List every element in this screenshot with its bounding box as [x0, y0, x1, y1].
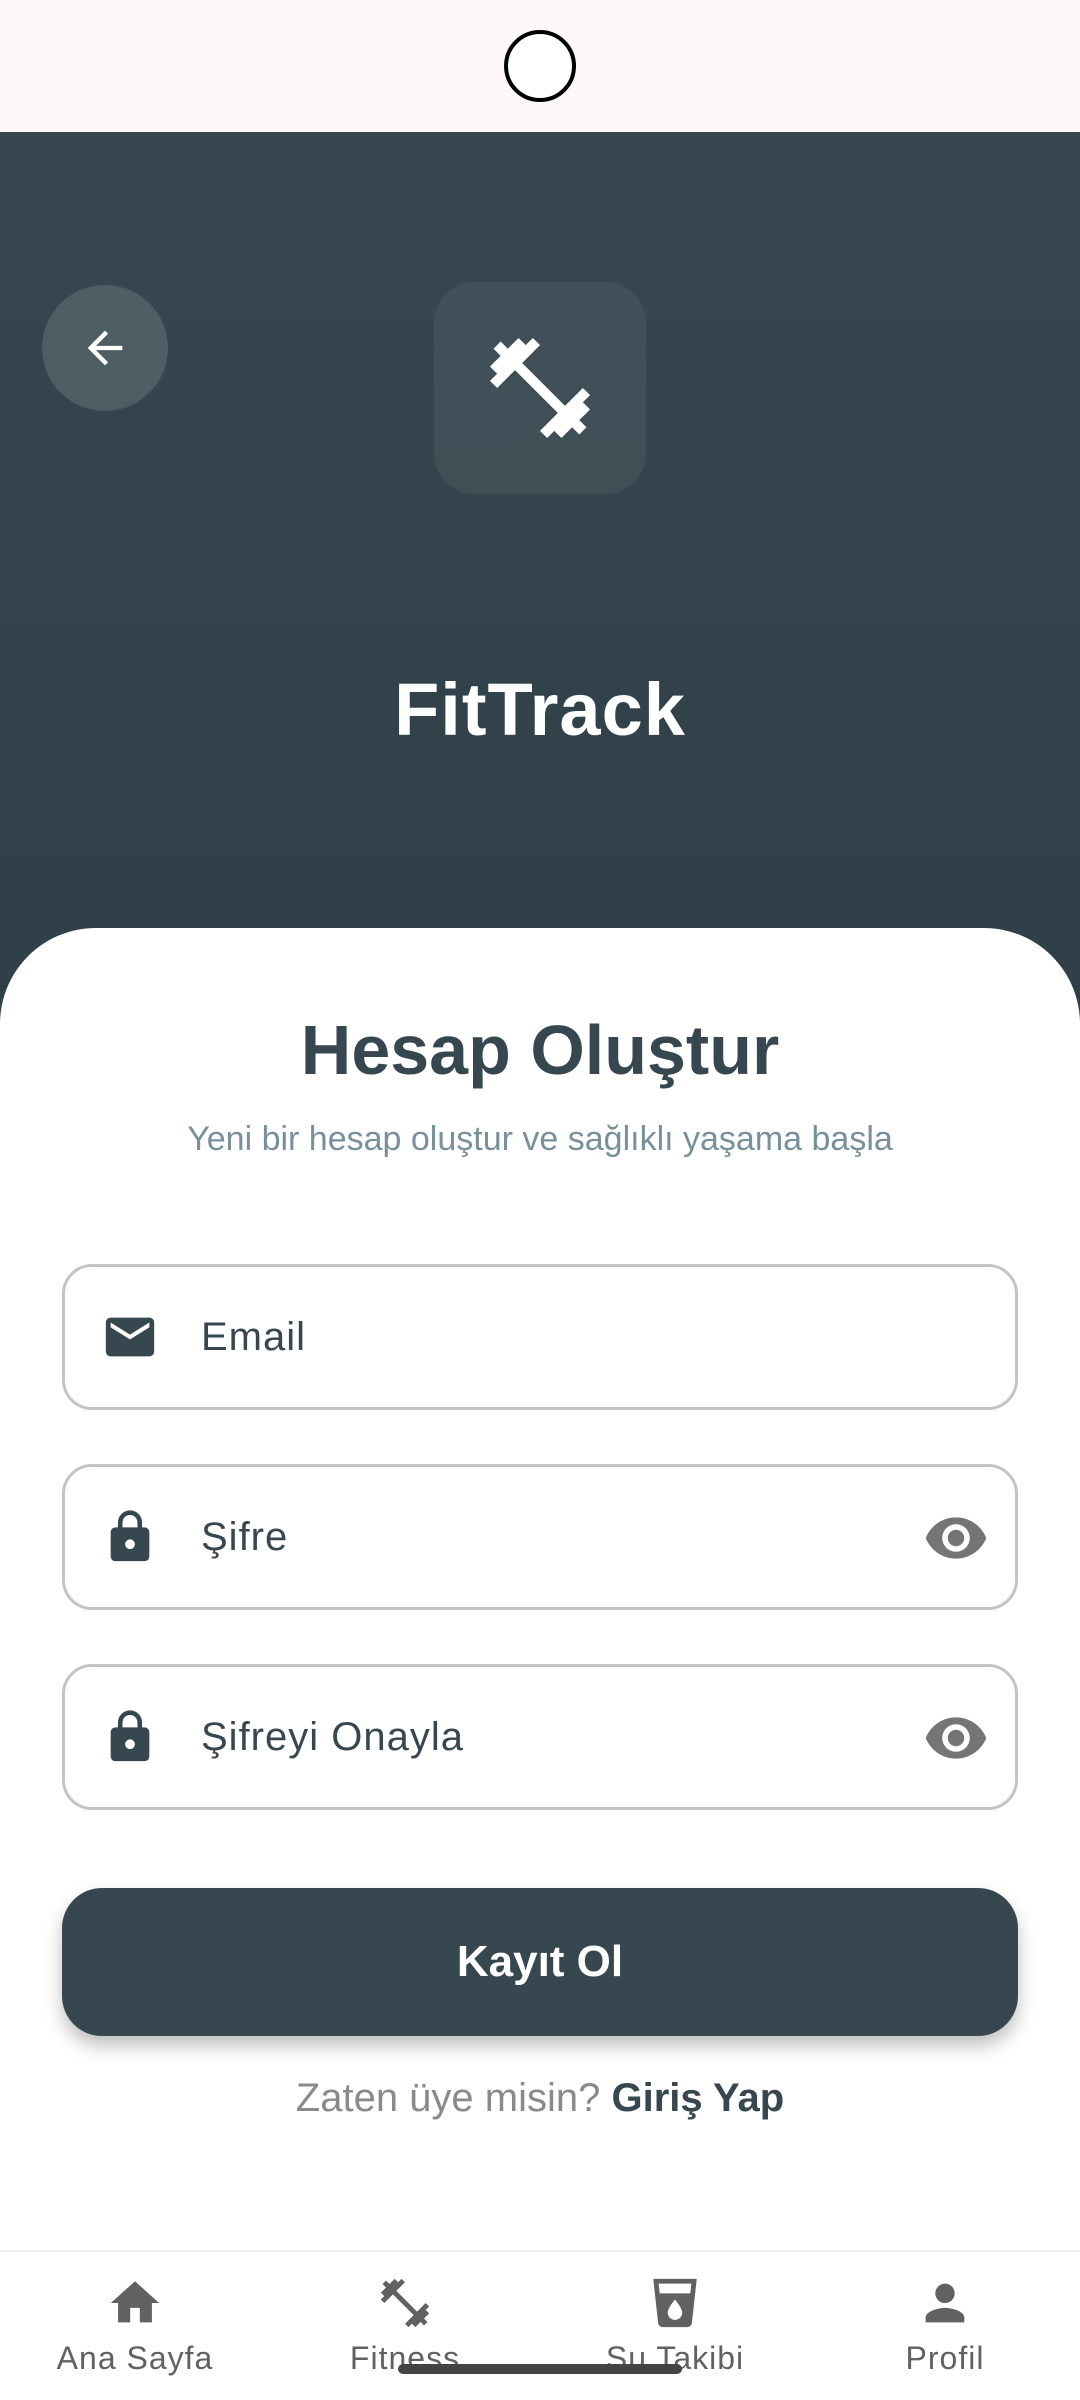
home-icon: [106, 2274, 164, 2332]
login-prompt-text: Zaten üye misin?: [295, 2076, 601, 2120]
bottom-nav: Ana Sayfa Fitness Su Takibi Profil: [0, 2250, 1080, 2400]
page-subtitle: Yeni bir hesap oluştur ve sağlıklı yaşam…: [187, 1120, 893, 1158]
lock-icon: [101, 1708, 159, 1766]
dumbbell-icon: [490, 338, 590, 438]
camera-cutout: [504, 30, 576, 102]
login-link[interactable]: Giriş Yap: [612, 2076, 785, 2120]
water-glass-icon: [646, 2274, 704, 2332]
nav-item-fitness[interactable]: Fitness: [270, 2274, 540, 2394]
app-logo: [434, 282, 646, 494]
dumbbell-icon: [376, 2274, 434, 2332]
arrow-back-icon: [87, 330, 123, 366]
show-confirm-password-eye-icon[interactable]: [923, 1705, 989, 1771]
person-icon: [916, 2274, 974, 2332]
nav-label-home: Ana Sayfa: [56, 2340, 214, 2376]
register-screen: FitTrack Hesap Oluştur Yeni bir hesap ol…: [0, 0, 1080, 2400]
home-indicator[interactable]: [398, 2364, 682, 2374]
mail-icon: [101, 1308, 159, 1366]
page-title: Hesap Oluştur: [300, 1011, 780, 1089]
nav-item-profile[interactable]: Profil: [810, 2274, 1080, 2394]
confirm-password-field[interactable]: [62, 1664, 1018, 1810]
nav-item-water[interactable]: Su Takibi: [540, 2274, 810, 2394]
password-input[interactable]: [201, 1467, 941, 1607]
register-button[interactable]: Kayıt Ol: [62, 1888, 1018, 2036]
email-field[interactable]: [62, 1264, 1018, 1410]
nav-item-home[interactable]: Ana Sayfa: [0, 2274, 270, 2394]
nav-label-profile: Profil: [905, 2340, 985, 2376]
header: FitTrack: [0, 132, 1080, 1032]
confirm-password-input[interactable]: [201, 1667, 941, 1807]
back-button[interactable]: [42, 285, 168, 411]
show-password-eye-icon[interactable]: [923, 1505, 989, 1571]
app-title: FitTrack: [394, 668, 686, 751]
lock-icon: [101, 1508, 159, 1566]
status-bar: [0, 0, 1080, 132]
email-input[interactable]: [201, 1267, 941, 1407]
password-field[interactable]: [62, 1464, 1018, 1610]
login-prompt: Zaten üye misin? Giriş Yap: [0, 2076, 1080, 2121]
